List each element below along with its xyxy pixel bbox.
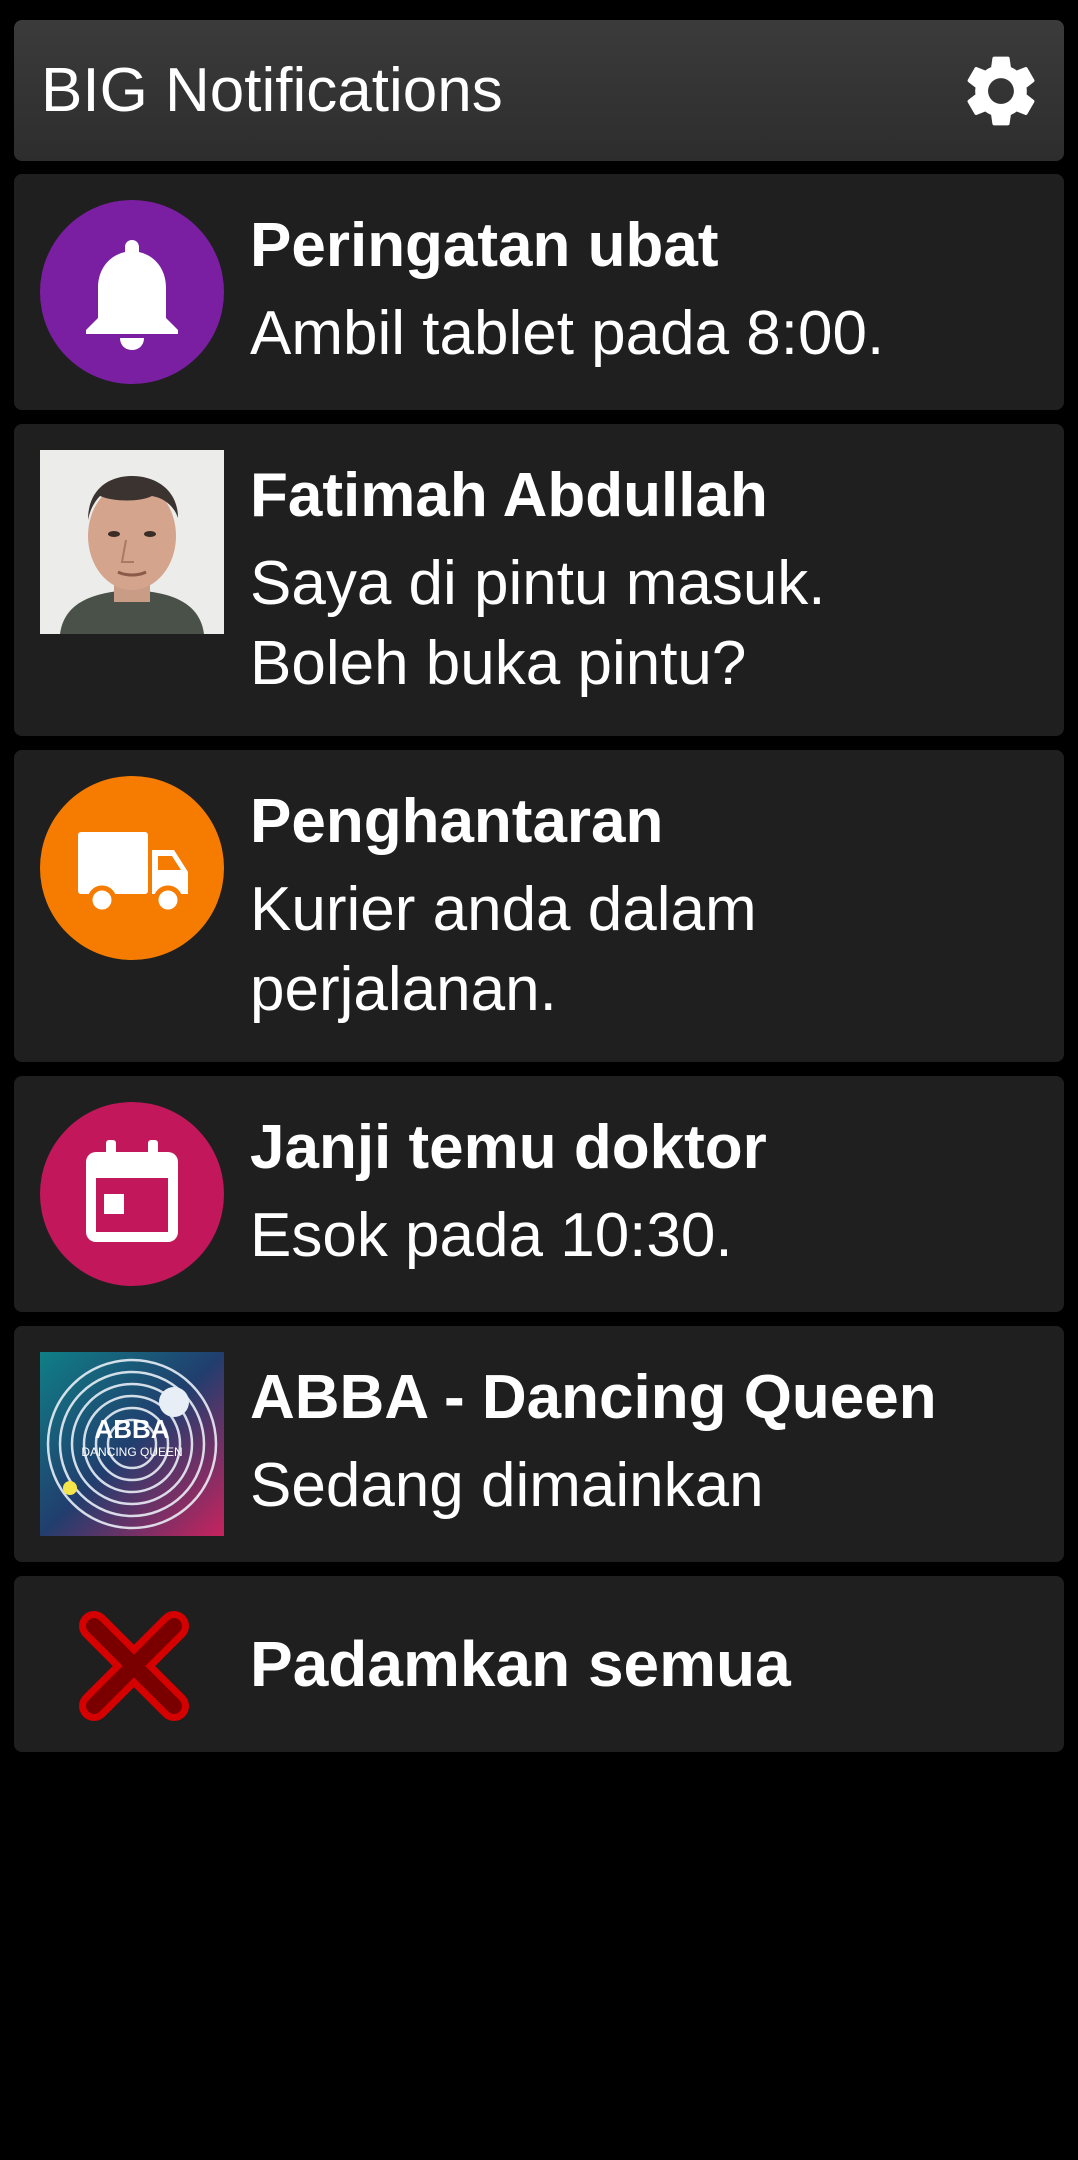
notification-body: Saya di pintu masuk. Boleh buka pintu? bbox=[250, 549, 826, 698]
dismiss-all-button[interactable]: Padamkan semua bbox=[14, 1576, 1064, 1752]
notification-title: Fatimah Abdullah bbox=[250, 461, 768, 530]
notification-title: ABBA - Dancing Queen bbox=[250, 1363, 937, 1432]
app-header: BIG Notifications bbox=[14, 20, 1064, 161]
close-icon bbox=[72, 1604, 196, 1728]
svg-text:DANCING QUEEN: DANCING QUEEN bbox=[81, 1445, 182, 1459]
notification-body: Sedang dimainkan bbox=[250, 1451, 764, 1520]
notification-card-music[interactable]: ABBA DANCING QUEEN ABBA - Dancing Queen … bbox=[14, 1326, 1064, 1562]
notification-card-message[interactable]: Fatimah Abdullah Saya di pintu masuk. Bo… bbox=[14, 424, 1064, 736]
dismiss-all-label: Padamkan semua bbox=[250, 1628, 791, 1700]
notification-body: Ambil tablet pada 8:00. bbox=[250, 299, 885, 368]
bell-icon bbox=[40, 200, 224, 384]
notification-card-delivery[interactable]: Penghantaran Kurier anda dalam perjalana… bbox=[14, 750, 1064, 1062]
truck-icon bbox=[40, 776, 224, 960]
gear-icon[interactable] bbox=[958, 48, 1044, 134]
contact-avatar bbox=[40, 450, 224, 634]
notification-title: Penghantaran bbox=[250, 787, 664, 856]
notification-body: Kurier anda dalam perjalanan. bbox=[250, 875, 757, 1024]
notification-title: Janji temu doktor bbox=[250, 1113, 767, 1182]
notification-card-appointment[interactable]: Janji temu doktor Esok pada 10:30. bbox=[14, 1076, 1064, 1312]
app-title: BIG Notifications bbox=[41, 56, 503, 125]
notification-body: Esok pada 10:30. bbox=[250, 1201, 733, 1270]
album-art: ABBA DANCING QUEEN bbox=[40, 1352, 224, 1536]
notification-title: Peringatan ubat bbox=[250, 211, 719, 280]
svg-text:ABBA: ABBA bbox=[94, 1414, 169, 1444]
calendar-icon bbox=[40, 1102, 224, 1286]
notification-card-medication[interactable]: Peringatan ubat Ambil tablet pada 8:00. bbox=[14, 174, 1064, 410]
